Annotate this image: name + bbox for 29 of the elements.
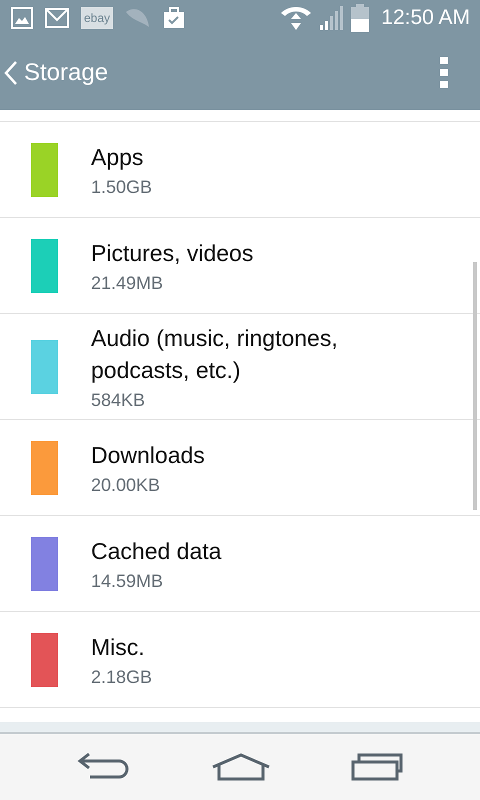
ebay-logo: ebay — [81, 7, 114, 29]
storage-item[interactable]: Pictures, videos 21.49MB — [0, 218, 480, 314]
storage-item[interactable]: Misc. 2.18GB — [0, 612, 480, 708]
clock-time: 12:50 AM — [381, 6, 470, 30]
item-size: 21.49MB — [91, 273, 164, 294]
leaf-icon — [125, 7, 152, 29]
briefcase-icon — [163, 7, 186, 29]
item-size: 584KB — [91, 390, 146, 411]
item-name: Apps — [91, 143, 144, 172]
picture-icon — [11, 7, 33, 29]
storage-item[interactable]: Apps 1.50GB — [0, 122, 480, 218]
home-icon[interactable] — [211, 753, 271, 781]
item-size: 1.50GB — [91, 177, 152, 198]
signal-icon — [319, 6, 346, 30]
item-name: Pictures, videos — [91, 239, 254, 268]
item-name: Cached data — [91, 537, 222, 566]
item-name: Audio (music, ringtones, podcasts, etc.) — [91, 324, 339, 385]
storage-item[interactable]: Cached data 14.59MB — [0, 516, 480, 612]
chevron-left-icon — [4, 60, 18, 86]
item-size: 14.59MB — [91, 571, 164, 592]
menu-icon[interactable] — [440, 57, 448, 89]
item-size: 20.00KB — [91, 475, 162, 496]
item-name: Misc. — [91, 633, 146, 662]
item-name: Downloads — [91, 441, 205, 470]
wifi-icon — [279, 5, 314, 31]
battery-icon — [351, 4, 370, 32]
mail-icon — [45, 8, 69, 28]
recent-apps-icon[interactable] — [351, 753, 403, 781]
item-size: 2.18GB — [91, 667, 152, 688]
